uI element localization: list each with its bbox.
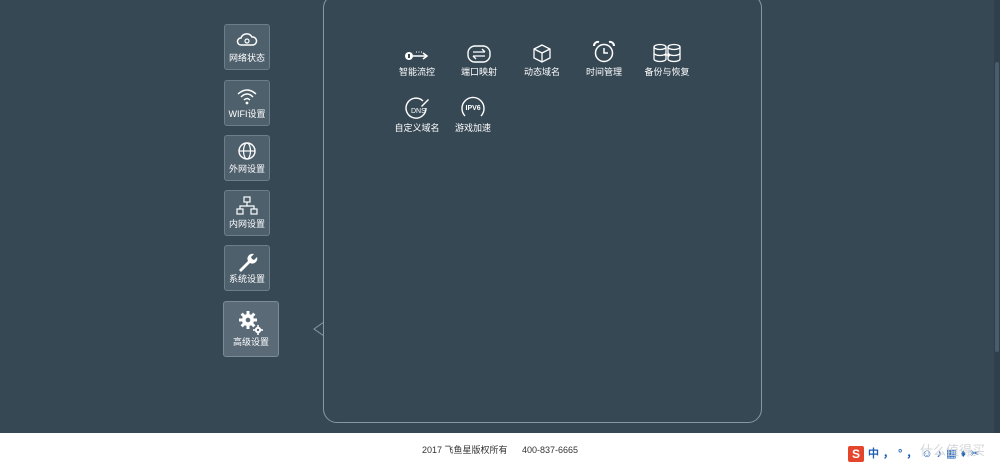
tool-label: 动态域名 (523, 67, 560, 77)
wifi-icon (225, 86, 269, 108)
cube-icon (510, 38, 574, 64)
sidebar-item-system-settings[interactable]: 系统设置 (224, 245, 270, 291)
cloud-icon (225, 30, 269, 52)
tool-game-acceleration[interactable]: IPV6 游戏加速 (441, 94, 505, 134)
globe-icon (225, 141, 269, 163)
sidebar-item-lan-settings[interactable]: 内网设置 (224, 190, 270, 236)
tool-port-mapping[interactable]: 端口映射 (447, 38, 511, 78)
tool-label: 备份与恢复 (644, 67, 690, 77)
alarm-clock-icon (572, 38, 636, 64)
scrollbar-thumb[interactable] (995, 62, 999, 352)
tool-ddns[interactable]: 动态域名 (510, 38, 574, 78)
tool-label: 智能流控 (398, 67, 435, 77)
sidebar-item-label: 外网设置 (228, 164, 265, 174)
database-backup-icon (635, 38, 699, 64)
tool-time-management[interactable]: 时间管理 (572, 38, 636, 78)
lan-icon (225, 196, 269, 218)
sidebar-item-network-status[interactable]: 网络状态 (224, 24, 270, 70)
tool-label: 自定义域名 (394, 123, 440, 133)
tool-label: 端口映射 (460, 67, 497, 77)
dns-icon: DNS (385, 94, 449, 120)
phone-number: 400-837-6665 (521, 445, 579, 455)
sidebar-item-advanced-settings[interactable]: 高级设置 (223, 301, 279, 357)
scrollbar[interactable] (994, 0, 1000, 433)
tool-custom-domain[interactable]: DNS 自定义域名 (385, 94, 449, 134)
ipv6-icon: IPV6 (441, 94, 505, 120)
sidebar-item-label: WIFI设置 (228, 109, 266, 119)
tool-label: 时间管理 (585, 67, 622, 77)
wrench-icon (225, 251, 269, 273)
sidebar-item-wifi-settings[interactable]: WIFI设置 (224, 80, 270, 126)
ime-width-toggle[interactable]: ° (898, 446, 902, 462)
sidebar-item-wan-settings[interactable]: 外网设置 (224, 135, 270, 181)
port-mapping-icon (447, 38, 511, 64)
sidebar-item-label: 内网设置 (228, 219, 265, 229)
sidebar-item-label: 系统设置 (228, 274, 265, 284)
tool-backup-restore[interactable]: 备份与恢复 (635, 38, 699, 78)
copyright: 2017 飞鱼星版权所有 (421, 445, 508, 455)
ime-symbol-button[interactable]: ， (906, 446, 917, 462)
svg-text:DNS: DNS (411, 108, 426, 115)
tool-label: 游戏加速 (454, 123, 491, 133)
watermark: 什么值得买 (920, 443, 986, 458)
sidebar-item-label: 高级设置 (232, 337, 269, 347)
ime-logo[interactable]: S (848, 446, 864, 462)
tool-smart-flow-control[interactable]: 智能流控 (385, 38, 449, 78)
gears-icon (224, 310, 278, 336)
sidebar-item-label: 网络状态 (228, 53, 265, 63)
svg-text:IPV6: IPV6 (466, 105, 481, 112)
ime-lang-toggle[interactable]: 中 (868, 446, 879, 462)
flow-control-icon (385, 38, 449, 64)
ime-punct-toggle[interactable]: ， (883, 446, 894, 462)
